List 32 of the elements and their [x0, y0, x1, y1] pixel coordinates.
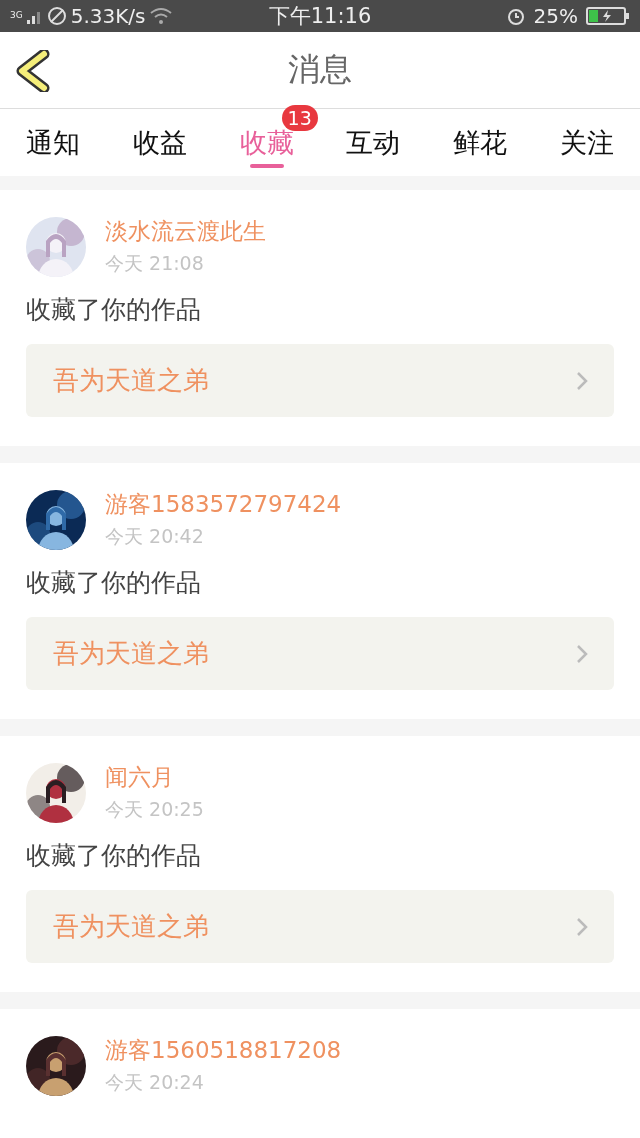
- message-time: 今天 20:25: [105, 797, 204, 822]
- do-not-disturb-icon: [46, 6, 67, 26]
- tab[interactable]: 收益: [106, 109, 214, 176]
- user-name[interactable]: 淡水流云渡此生: [105, 216, 266, 247]
- chevron-icon: [576, 643, 588, 664]
- user-name[interactable]: 闻六月: [105, 762, 204, 793]
- chevron-icon: [576, 916, 588, 937]
- tab[interactable]: 鲜花: [426, 109, 534, 176]
- tab[interactable]: 通知: [0, 109, 107, 176]
- message-text: 收藏了你的作品: [26, 567, 202, 599]
- tab[interactable]: 互动: [320, 109, 427, 176]
- network-speed: 5.33K/s: [70, 4, 146, 28]
- tab-indicator: [249, 164, 284, 168]
- work-link[interactable]: 吾为天道之弟: [26, 890, 614, 963]
- alarm-icon: [505, 6, 526, 26]
- message-time: 今天 20:42: [105, 524, 205, 549]
- work-link[interactable]: 吾为天道之弟: [26, 617, 614, 690]
- clock: 下午11:16: [268, 3, 372, 30]
- work-link[interactable]: 吾为天道之弟: [26, 344, 614, 417]
- message-time: 今天 21:08: [105, 251, 205, 276]
- user-name[interactable]: 游客1583572797424: [105, 489, 342, 520]
- battery-icon: [586, 6, 630, 26]
- chevron-icon: [576, 370, 588, 391]
- user-name[interactable]: 游客1560518817208: [105, 1035, 342, 1066]
- message-text: 收藏了你的作品: [26, 294, 202, 326]
- page-title: 消息: [288, 49, 352, 90]
- tab[interactable]: 关注: [533, 109, 640, 176]
- network-type: 3G: [10, 10, 23, 20]
- message-text: 收藏了你的作品: [26, 840, 202, 872]
- message-time: 今天 20:24: [105, 1070, 205, 1095]
- wifi-icon: [149, 7, 172, 25]
- battery-percent: 25%: [533, 4, 578, 28]
